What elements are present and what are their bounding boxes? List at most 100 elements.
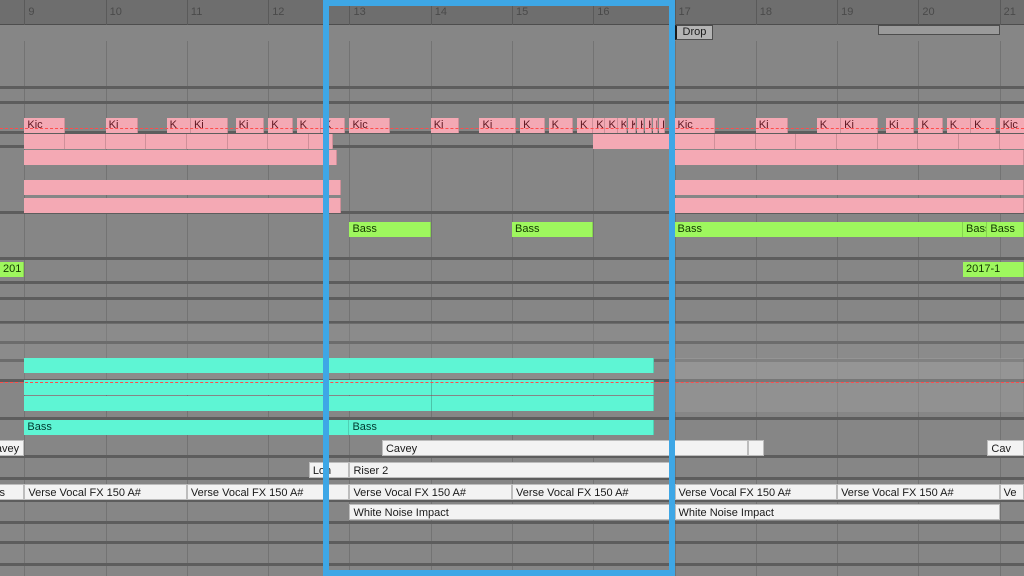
clip-cavey[interactable] (748, 440, 764, 456)
clip-kick_pattern2[interactable] (918, 134, 959, 149)
clip-kick[interactable]: Ki (886, 118, 914, 133)
clip-kick_pattern2[interactable] (715, 134, 756, 149)
clip-vocal_fx[interactable]: Verse Vocal FX 150 A# (675, 484, 838, 500)
locator-drop-label: Drop (683, 26, 707, 38)
clip-vocal_fx[interactable]: Verse Vocal FX 150 A# (24, 484, 187, 500)
clip-pink_block2[interactable] (24, 198, 341, 213)
clip-bass_green[interactable]: Bass (963, 222, 987, 237)
clip-kick[interactable]: Ki (191, 118, 228, 133)
clip-kick_pattern2[interactable] (187, 134, 228, 149)
clip-kick[interactable]: K (297, 118, 321, 133)
clip-kick_pattern2[interactable] (878, 134, 919, 149)
clip-pink_block1[interactable] (24, 180, 341, 195)
clip-kick[interactable]: Ki (479, 118, 516, 133)
clip-kick_pattern2[interactable] (675, 134, 716, 149)
locator-row[interactable]: Drop (0, 25, 1024, 41)
clip-kick_pattern2[interactable] (65, 134, 106, 149)
clip-white_noise[interactable]: White Noise Impact (675, 504, 1000, 520)
loop-brace[interactable] (878, 25, 1000, 35)
clip-kick[interactable]: K (971, 118, 995, 133)
clip-kick[interactable]: K (618, 118, 628, 133)
clip-kick[interactable]: K (645, 118, 652, 133)
clip-riser[interactable]: Lon (309, 462, 350, 478)
clip-kick[interactable]: K (628, 118, 636, 133)
bar-number: 9 (28, 6, 34, 18)
clip-bass_green[interactable]: Bass (349, 222, 430, 237)
clip-teal_bass[interactable]: Bass (24, 420, 349, 435)
clip-kick[interactable]: K (167, 118, 191, 133)
clip-kick[interactable]: K (605, 118, 617, 133)
clip-kick[interactable]: Kic (1000, 118, 1024, 133)
clip-kick[interactable]: K (817, 118, 841, 133)
bar-number: 17 (679, 6, 691, 18)
clip-kick[interactable]: Kic (349, 118, 390, 133)
clip-kick_pattern2[interactable] (106, 134, 147, 149)
clip-teal_block3[interactable] (24, 396, 654, 411)
clip-kick_midi[interactable] (24, 150, 337, 165)
clip-kick_pattern2[interactable] (309, 134, 333, 149)
clip-vocal_fx[interactable]: Verse Vocal FX 150 A# (187, 484, 350, 500)
clip-cavey[interactable]: Cavey (382, 440, 748, 456)
clip-bass_green[interactable]: Bass (675, 222, 964, 237)
timeline-ruler[interactable]: 9101112131415161718192021 (0, 0, 1024, 25)
arrangement-lanes[interactable]: KicKiKKiKiKKKKicKiKiKKKKKKKKKKKKicKiKKiK… (0, 41, 1024, 576)
bar-number: 20 (922, 6, 934, 18)
clip-kick[interactable]: K (653, 118, 659, 133)
clip-date_clip[interactable]: 2017-1 (963, 262, 1024, 277)
clip-kick[interactable]: K (659, 118, 665, 133)
clip-bass_green[interactable]: Bass (512, 222, 593, 237)
clip-vocal_fx[interactable]: Verse Vocal FX 150 A# (512, 484, 675, 500)
clip-kick_pattern2[interactable] (796, 134, 837, 149)
clip-kick[interactable]: Ki (236, 118, 264, 133)
clip-vocal_fx[interactable]: Ve (1000, 484, 1024, 500)
clip-kick_pattern2[interactable] (756, 134, 797, 149)
clip-kick[interactable]: K (918, 118, 942, 133)
clip-divider (431, 396, 432, 411)
guide-line (0, 128, 1024, 129)
clip-kick_midi[interactable] (675, 150, 1024, 165)
clip-kick[interactable]: K (947, 118, 971, 133)
clip-vocal_fx[interactable]: Verse Vocal FX 150 A# (349, 484, 512, 500)
selection-region[interactable] (675, 358, 1024, 412)
bar-number: 12 (272, 6, 284, 18)
clip-kick[interactable]: K (268, 118, 292, 133)
clip-riser[interactable]: Riser 2 (349, 462, 674, 478)
clip-kick[interactable]: Ki (106, 118, 139, 133)
clip-bass_green[interactable]: Bass (987, 222, 1024, 237)
clip-kick[interactable]: K (577, 118, 593, 133)
clip-kick[interactable]: Ki (841, 118, 878, 133)
clip-pink_block2[interactable] (675, 198, 1024, 213)
clip-date_clip[interactable]: 201 (0, 262, 24, 277)
bar-number: 21 (1004, 6, 1016, 18)
clip-kick_pattern2[interactable] (146, 134, 187, 149)
locator-drop[interactable]: Drop (675, 25, 714, 40)
clip-white_noise[interactable]: White Noise Impact (349, 504, 674, 520)
clip-kick[interactable]: Kic (24, 118, 65, 133)
clip-kick[interactable]: Ki (431, 118, 459, 133)
clip-kick_pattern2[interactable] (959, 134, 1000, 149)
clip-cavey[interactable]: avey (0, 440, 24, 456)
clip-kick[interactable]: K (593, 118, 605, 133)
clip-vocal_fx[interactable]: Verse Vocal FX 150 A# (837, 484, 1000, 500)
clip-kick_pattern2[interactable] (837, 134, 878, 149)
bar-number: 11 (191, 6, 202, 18)
clip-kick[interactable]: K (321, 118, 345, 133)
clip-vocal_fx[interactable]: rs (0, 484, 24, 500)
bar-number: 19 (841, 6, 853, 18)
clip-kick[interactable]: K (520, 118, 544, 133)
clip-kick_pattern2[interactable] (593, 134, 674, 149)
bar-number: 16 (597, 6, 609, 18)
clip-kick_pattern2[interactable] (268, 134, 309, 149)
clip-kick[interactable]: K (549, 118, 573, 133)
clip-teal_block1[interactable] (24, 358, 654, 373)
clip-kick_pattern2[interactable] (228, 134, 269, 149)
clip-cavey[interactable]: Cav (987, 440, 1024, 456)
clip-kick[interactable]: Kic (675, 118, 716, 133)
clip-kick[interactable]: K (637, 118, 644, 133)
clip-kick_pattern2[interactable] (24, 134, 65, 149)
bar-number: 13 (353, 6, 365, 18)
clip-kick_pattern2[interactable] (1000, 134, 1024, 149)
clip-kick[interactable]: Ki (756, 118, 789, 133)
clip-pink_block1[interactable] (675, 180, 1024, 195)
clip-teal_bass[interactable]: Bass (349, 420, 654, 435)
